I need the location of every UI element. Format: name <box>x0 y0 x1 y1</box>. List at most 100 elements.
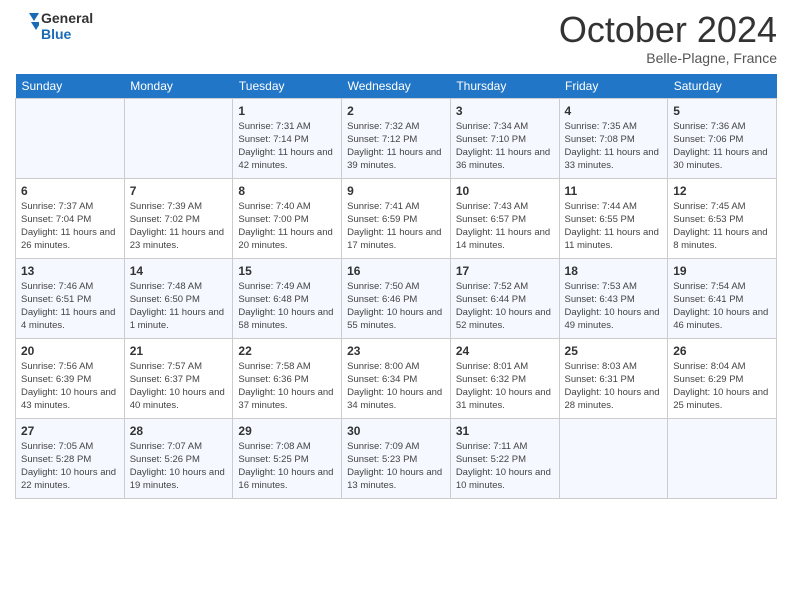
day-info: Sunrise: 7:11 AMSunset: 5:22 PMDaylight:… <box>456 441 554 492</box>
header-cell-tuesday: Tuesday <box>233 74 342 99</box>
calendar-cell: 25Sunrise: 8:03 AMSunset: 6:31 PMDayligh… <box>559 338 668 418</box>
calendar-cell: 10Sunrise: 7:43 AMSunset: 6:57 PMDayligh… <box>450 178 559 258</box>
calendar-cell: 8Sunrise: 7:40 AMSunset: 7:00 PMDaylight… <box>233 178 342 258</box>
day-info: Sunrise: 7:56 AMSunset: 6:39 PMDaylight:… <box>21 361 119 412</box>
calendar-cell: 28Sunrise: 7:07 AMSunset: 5:26 PMDayligh… <box>124 418 233 498</box>
day-number: 18 <box>565 263 663 280</box>
calendar-cell: 1Sunrise: 7:31 AMSunset: 7:14 PMDaylight… <box>233 98 342 178</box>
day-number: 23 <box>347 343 445 360</box>
logo: General Blue <box>15 10 93 42</box>
calendar-week-4: 20Sunrise: 7:56 AMSunset: 6:39 PMDayligh… <box>16 338 777 418</box>
day-info: Sunrise: 7:43 AMSunset: 6:57 PMDaylight:… <box>456 201 554 252</box>
calendar-cell: 13Sunrise: 7:46 AMSunset: 6:51 PMDayligh… <box>16 258 125 338</box>
logo-icon <box>15 11 39 41</box>
calendar-cell: 27Sunrise: 7:05 AMSunset: 5:28 PMDayligh… <box>16 418 125 498</box>
day-info: Sunrise: 7:40 AMSunset: 7:00 PMDaylight:… <box>238 201 336 252</box>
calendar-cell: 30Sunrise: 7:09 AMSunset: 5:23 PMDayligh… <box>342 418 451 498</box>
day-number: 5 <box>673 103 771 120</box>
header-cell-friday: Friday <box>559 74 668 99</box>
calendar-cell: 29Sunrise: 7:08 AMSunset: 5:25 PMDayligh… <box>233 418 342 498</box>
calendar-cell: 4Sunrise: 7:35 AMSunset: 7:08 PMDaylight… <box>559 98 668 178</box>
header-cell-thursday: Thursday <box>450 74 559 99</box>
calendar-cell: 5Sunrise: 7:36 AMSunset: 7:06 PMDaylight… <box>668 98 777 178</box>
calendar-cell: 14Sunrise: 7:48 AMSunset: 6:50 PMDayligh… <box>124 258 233 338</box>
day-info: Sunrise: 7:07 AMSunset: 5:26 PMDaylight:… <box>130 441 228 492</box>
day-info: Sunrise: 7:34 AMSunset: 7:10 PMDaylight:… <box>456 121 554 172</box>
day-number: 2 <box>347 103 445 120</box>
day-number: 6 <box>21 183 119 200</box>
calendar-cell <box>668 418 777 498</box>
day-info: Sunrise: 8:03 AMSunset: 6:31 PMDaylight:… <box>565 361 663 412</box>
day-number: 20 <box>21 343 119 360</box>
day-number: 31 <box>456 423 554 440</box>
calendar-cell: 3Sunrise: 7:34 AMSunset: 7:10 PMDaylight… <box>450 98 559 178</box>
calendar-cell: 19Sunrise: 7:54 AMSunset: 6:41 PMDayligh… <box>668 258 777 338</box>
month-title: October 2024 <box>559 10 777 50</box>
calendar-table: SundayMondayTuesdayWednesdayThursdayFrid… <box>15 74 777 499</box>
day-info: Sunrise: 7:05 AMSunset: 5:28 PMDaylight:… <box>21 441 119 492</box>
calendar-cell: 12Sunrise: 7:45 AMSunset: 6:53 PMDayligh… <box>668 178 777 258</box>
day-info: Sunrise: 7:08 AMSunset: 5:25 PMDaylight:… <box>238 441 336 492</box>
logo-general: General <box>41 10 93 26</box>
day-info: Sunrise: 7:57 AMSunset: 6:37 PMDaylight:… <box>130 361 228 412</box>
day-info: Sunrise: 7:49 AMSunset: 6:48 PMDaylight:… <box>238 281 336 332</box>
calendar-week-2: 6Sunrise: 7:37 AMSunset: 7:04 PMDaylight… <box>16 178 777 258</box>
calendar-cell <box>124 98 233 178</box>
day-info: Sunrise: 7:36 AMSunset: 7:06 PMDaylight:… <box>673 121 771 172</box>
calendar-cell <box>16 98 125 178</box>
day-number: 17 <box>456 263 554 280</box>
day-info: Sunrise: 7:45 AMSunset: 6:53 PMDaylight:… <box>673 201 771 252</box>
calendar-cell: 9Sunrise: 7:41 AMSunset: 6:59 PMDaylight… <box>342 178 451 258</box>
calendar-cell: 24Sunrise: 8:01 AMSunset: 6:32 PMDayligh… <box>450 338 559 418</box>
calendar-cell: 16Sunrise: 7:50 AMSunset: 6:46 PMDayligh… <box>342 258 451 338</box>
day-info: Sunrise: 8:00 AMSunset: 6:34 PMDaylight:… <box>347 361 445 412</box>
calendar-cell: 15Sunrise: 7:49 AMSunset: 6:48 PMDayligh… <box>233 258 342 338</box>
calendar-cell <box>559 418 668 498</box>
day-number: 1 <box>238 103 336 120</box>
day-info: Sunrise: 7:37 AMSunset: 7:04 PMDaylight:… <box>21 201 119 252</box>
calendar-cell: 6Sunrise: 7:37 AMSunset: 7:04 PMDaylight… <box>16 178 125 258</box>
day-number: 9 <box>347 183 445 200</box>
day-number: 15 <box>238 263 336 280</box>
day-number: 10 <box>456 183 554 200</box>
calendar-cell: 21Sunrise: 7:57 AMSunset: 6:37 PMDayligh… <box>124 338 233 418</box>
day-info: Sunrise: 7:50 AMSunset: 6:46 PMDaylight:… <box>347 281 445 332</box>
day-number: 12 <box>673 183 771 200</box>
day-info: Sunrise: 7:39 AMSunset: 7:02 PMDaylight:… <box>130 201 228 252</box>
logo-text-block: General Blue <box>15 10 93 42</box>
day-info: Sunrise: 7:53 AMSunset: 6:43 PMDaylight:… <box>565 281 663 332</box>
day-info: Sunrise: 7:35 AMSunset: 7:08 PMDaylight:… <box>565 121 663 172</box>
day-number: 22 <box>238 343 336 360</box>
day-number: 29 <box>238 423 336 440</box>
calendar-cell: 26Sunrise: 8:04 AMSunset: 6:29 PMDayligh… <box>668 338 777 418</box>
day-number: 19 <box>673 263 771 280</box>
day-number: 30 <box>347 423 445 440</box>
day-info: Sunrise: 7:09 AMSunset: 5:23 PMDaylight:… <box>347 441 445 492</box>
header-cell-wednesday: Wednesday <box>342 74 451 99</box>
calendar-cell: 20Sunrise: 7:56 AMSunset: 6:39 PMDayligh… <box>16 338 125 418</box>
day-number: 3 <box>456 103 554 120</box>
header-cell-monday: Monday <box>124 74 233 99</box>
calendar-cell: 2Sunrise: 7:32 AMSunset: 7:12 PMDaylight… <box>342 98 451 178</box>
day-info: Sunrise: 7:52 AMSunset: 6:44 PMDaylight:… <box>456 281 554 332</box>
day-number: 13 <box>21 263 119 280</box>
day-info: Sunrise: 7:46 AMSunset: 6:51 PMDaylight:… <box>21 281 119 332</box>
day-info: Sunrise: 7:31 AMSunset: 7:14 PMDaylight:… <box>238 121 336 172</box>
day-number: 8 <box>238 183 336 200</box>
day-number: 26 <box>673 343 771 360</box>
calendar-cell: 23Sunrise: 8:00 AMSunset: 6:34 PMDayligh… <box>342 338 451 418</box>
calendar-cell: 18Sunrise: 7:53 AMSunset: 6:43 PMDayligh… <box>559 258 668 338</box>
calendar-cell: 11Sunrise: 7:44 AMSunset: 6:55 PMDayligh… <box>559 178 668 258</box>
day-number: 27 <box>21 423 119 440</box>
day-number: 4 <box>565 103 663 120</box>
day-number: 24 <box>456 343 554 360</box>
calendar-week-3: 13Sunrise: 7:46 AMSunset: 6:51 PMDayligh… <box>16 258 777 338</box>
calendar-cell: 31Sunrise: 7:11 AMSunset: 5:22 PMDayligh… <box>450 418 559 498</box>
day-info: Sunrise: 7:41 AMSunset: 6:59 PMDaylight:… <box>347 201 445 252</box>
day-info: Sunrise: 7:32 AMSunset: 7:12 PMDaylight:… <box>347 121 445 172</box>
day-number: 14 <box>130 263 228 280</box>
day-number: 16 <box>347 263 445 280</box>
calendar-cell: 22Sunrise: 7:58 AMSunset: 6:36 PMDayligh… <box>233 338 342 418</box>
day-info: Sunrise: 7:58 AMSunset: 6:36 PMDaylight:… <box>238 361 336 412</box>
calendar-header-row: SundayMondayTuesdayWednesdayThursdayFrid… <box>16 74 777 99</box>
